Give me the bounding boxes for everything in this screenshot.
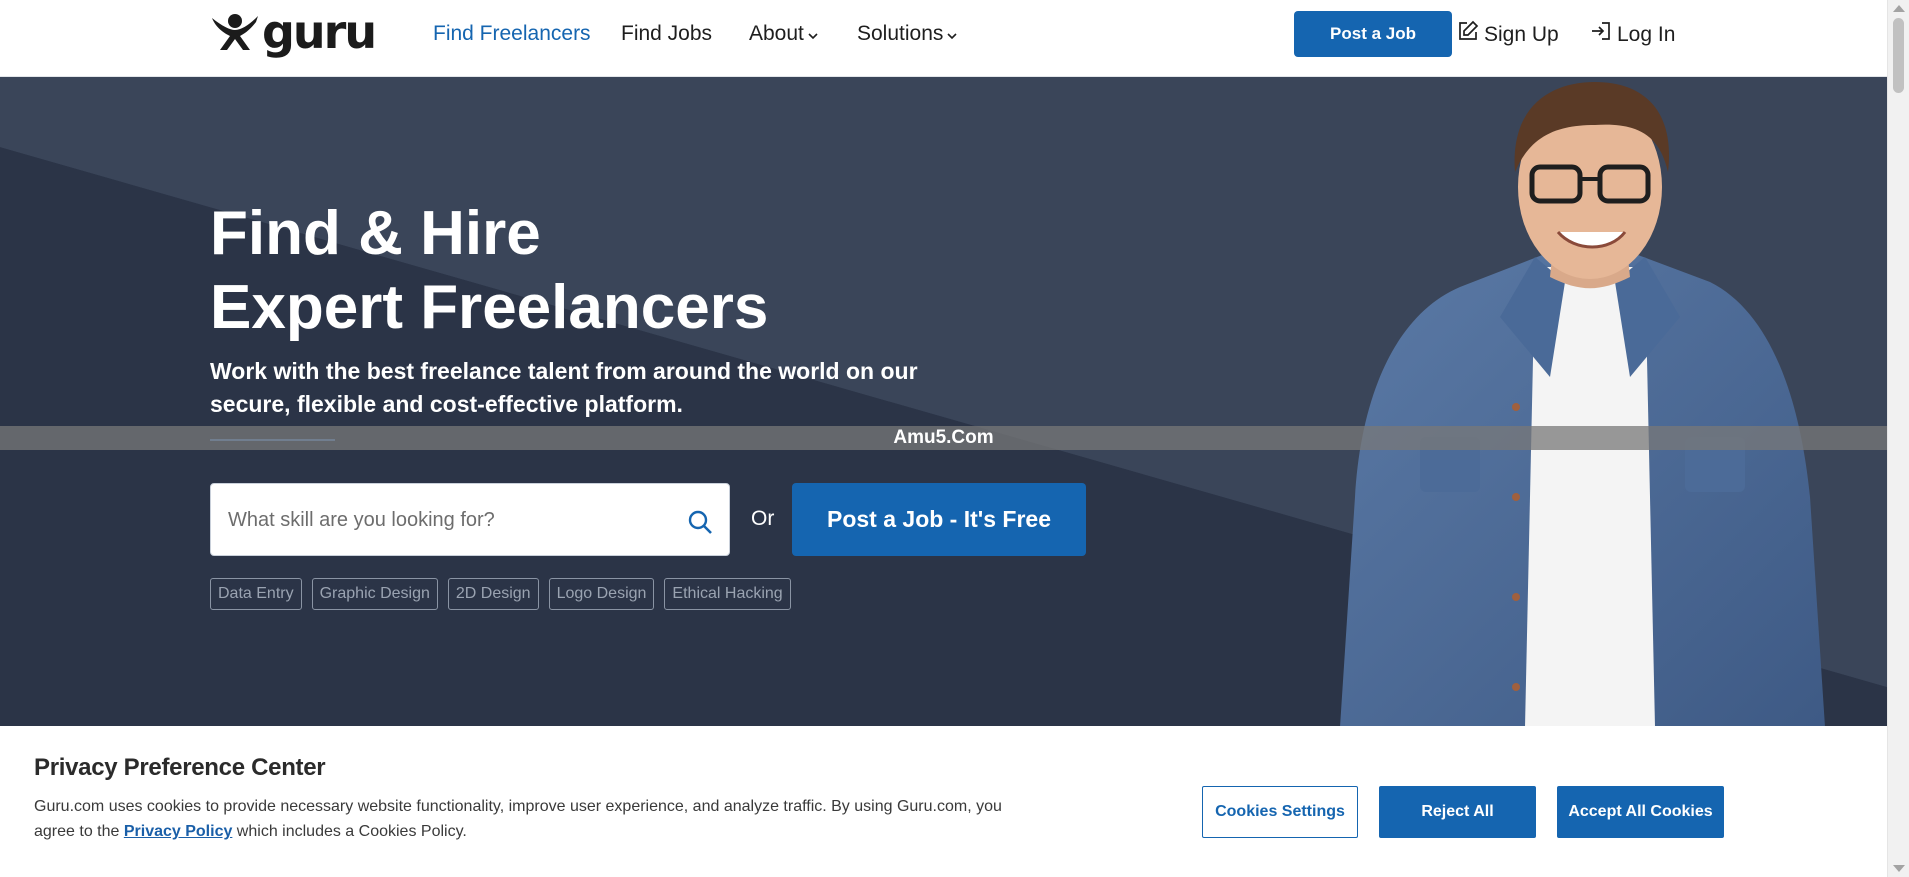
nav-find-jobs-label: Find Jobs	[621, 22, 713, 45]
top-nav: guru Find Freelancers Find Jobs About So…	[0, 0, 1887, 77]
hero-section: Find & Hire Expert Freelancers Work with…	[0, 77, 1887, 727]
nav-about-label: About	[749, 22, 804, 45]
nav-solutions-label: Solutions	[857, 22, 944, 45]
brand-name: guru	[262, 4, 377, 59]
sign-up-link[interactable]: Sign Up	[1457, 20, 1559, 50]
search-icon[interactable]	[687, 509, 713, 540]
sign-up-label: Sign Up	[1484, 23, 1559, 46]
watermark-text: Amu5.Com	[893, 427, 994, 448]
nav-find-freelancers[interactable]: Find Freelancers	[433, 20, 591, 48]
skill-tag-data-entry[interactable]: Data Entry	[210, 578, 302, 610]
skill-tag-graphic-design[interactable]: Graphic Design	[311, 578, 438, 610]
accept-all-cookies-button[interactable]: Accept All Cookies	[1557, 786, 1724, 838]
hero-title: Find & Hire Expert Freelancers	[210, 197, 768, 345]
cookie-banner: Privacy Preference Center Guru.com uses …	[0, 726, 1887, 877]
skill-tag-ethical-hacking[interactable]: Ethical Hacking	[664, 578, 791, 610]
scrollbar-thumb[interactable]	[1893, 18, 1904, 93]
guru-logo[interactable]: guru	[210, 4, 377, 59]
cookie-banner-title: Privacy Preference Center	[34, 754, 326, 781]
cookies-settings-button[interactable]: Cookies Settings	[1202, 786, 1358, 838]
skill-tag-logo-design[interactable]: Logo Design	[548, 578, 655, 610]
or-separator: Or	[751, 507, 775, 530]
page-scrollbar[interactable]	[1887, 0, 1909, 877]
scroll-down-arrow[interactable]	[1893, 865, 1905, 872]
hero-subtitle: Work with the best freelance talent from…	[210, 358, 918, 417]
cookie-text-end: which includes a Cookies Policy.	[232, 823, 467, 840]
post-a-job-button[interactable]: Post a Job	[1294, 11, 1452, 57]
skill-search-input[interactable]	[226, 484, 670, 557]
nav-find-freelancers-label: Find Freelancers	[433, 22, 591, 45]
popular-skill-tags: Data Entry Graphic Design 2D Design Logo…	[210, 578, 791, 610]
privacy-policy-link[interactable]: Privacy Policy	[124, 823, 233, 840]
hero-title-line-2: Expert Freelancers	[210, 273, 769, 342]
nav-solutions[interactable]: Solutions	[857, 20, 957, 48]
guru-logo-icon	[210, 12, 260, 57]
scroll-up-arrow[interactable]	[1893, 5, 1905, 12]
hero-person-image	[1340, 82, 1825, 727]
hero-title-line-1: Find & Hire	[210, 199, 541, 268]
post-a-job-free-button[interactable]: Post a Job - It's Free	[792, 483, 1086, 556]
log-in-link[interactable]: Log In	[1590, 20, 1675, 50]
reject-all-button[interactable]: Reject All	[1379, 786, 1536, 838]
chevron-down-icon	[947, 20, 957, 48]
nav-about[interactable]: About	[749, 20, 818, 48]
nav-find-jobs[interactable]: Find Jobs	[621, 20, 712, 48]
log-in-label: Log In	[1617, 23, 1676, 46]
cookie-banner-text: Guru.com uses cookies to provide necessa…	[34, 794, 1034, 844]
login-icon	[1590, 20, 1617, 50]
skill-tag-2d-design[interactable]: 2D Design	[447, 578, 539, 610]
watermark-band: Amu5.Com	[0, 426, 1887, 450]
chevron-down-icon	[808, 20, 818, 48]
skill-search-box	[210, 483, 730, 557]
edit-icon	[1457, 20, 1484, 50]
